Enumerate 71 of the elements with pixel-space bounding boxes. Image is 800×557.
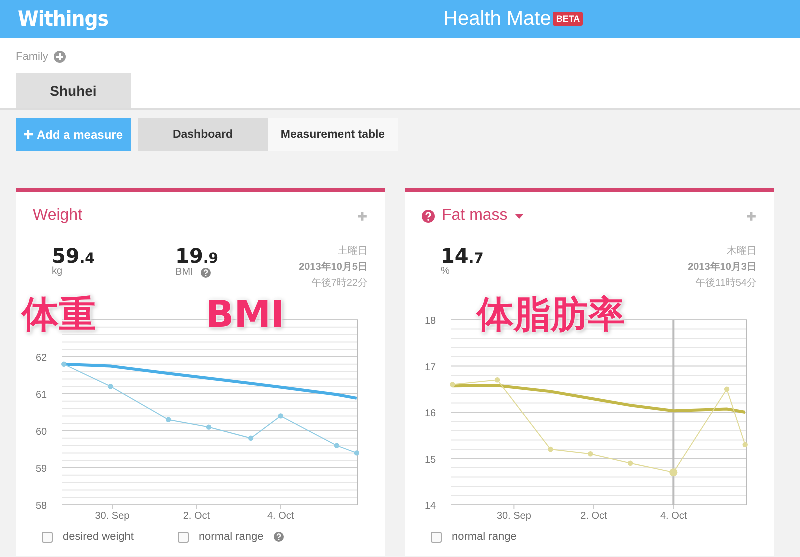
help-icon[interactable]	[201, 268, 212, 278]
axis-label: 58	[36, 501, 48, 512]
date-text: 木曜日	[727, 244, 757, 258]
axis-label: 4. Oct	[660, 511, 688, 522]
card-title[interactable]: Fat mass	[442, 207, 508, 225]
checkbox[interactable]	[431, 532, 442, 542]
stat-value: 14.7	[441, 244, 485, 268]
stat-unit: BMI	[176, 266, 194, 278]
data-point	[108, 384, 114, 390]
caret-icon[interactable]	[514, 214, 524, 218]
stat-value: 19.9	[176, 244, 220, 268]
data-point	[206, 424, 212, 430]
axis-label: 30. Sep	[95, 511, 130, 522]
axis-label: 15	[425, 454, 436, 466]
help-icon[interactable]	[422, 210, 435, 222]
data-point	[548, 446, 554, 452]
axis-label: 14	[425, 501, 436, 512]
axis-label: 62	[36, 353, 48, 364]
axis-label: 17	[425, 362, 436, 374]
data-point	[724, 386, 730, 392]
data-point	[334, 443, 340, 448]
data-point	[450, 382, 456, 388]
stat-unit: %	[441, 266, 450, 277]
card-title[interactable]: Weight	[33, 207, 83, 225]
annotation-label: 体脂肪率	[477, 296, 625, 333]
view-tab[interactable]: Dashboard	[138, 118, 268, 151]
data-point	[248, 436, 254, 441]
axis-label: 60	[36, 427, 48, 438]
data-point	[628, 460, 634, 466]
data-point	[278, 414, 284, 419]
date-text: 2013年10月5日	[299, 260, 368, 274]
add-icon[interactable]	[357, 210, 368, 222]
view-tab[interactable]: Measurement table	[268, 118, 398, 151]
axis-label: 18	[425, 316, 436, 327]
stat-value: 59.4	[52, 244, 96, 268]
data-point	[62, 362, 67, 367]
data-point	[742, 442, 748, 448]
annotation-label: 体重	[22, 296, 96, 333]
app-title: Health Mate	[444, 8, 552, 30]
plus-icon	[24, 130, 33, 139]
data-point	[588, 452, 594, 457]
add-icon[interactable]	[746, 210, 757, 222]
member-tab[interactable]: Shuhei	[16, 73, 131, 108]
data-point	[494, 378, 500, 383]
checkbox[interactable]	[42, 532, 53, 542]
brand-logo[interactable]: Withings	[18, 7, 108, 31]
axis-label: 2. Oct	[183, 511, 210, 522]
add-measure-button[interactable]: Add a measure	[16, 118, 131, 151]
date-text: 土曜日	[338, 244, 368, 258]
beta-badge: BETA	[553, 12, 584, 26]
axis-label: 2. Oct	[580, 511, 608, 522]
checkbox[interactable]	[178, 532, 189, 542]
add-family-icon[interactable]	[54, 51, 66, 63]
axis-label: 4. Oct	[268, 511, 294, 522]
help-icon[interactable]	[274, 532, 284, 542]
date-text: 午後7時22分	[311, 276, 368, 290]
axis-label: 30. Sep	[496, 511, 532, 522]
data-point	[670, 468, 678, 477]
axis-label: 59	[36, 464, 48, 475]
axis-label: 16	[425, 408, 436, 420]
date-text: 2013年10月3日	[688, 260, 757, 274]
checkbox-label: normal range	[198, 531, 264, 543]
date-text: 午後11時54分	[695, 276, 757, 290]
checkbox-label: normal range	[452, 531, 517, 543]
data-point	[166, 417, 172, 422]
checkbox-label: desired weight	[63, 531, 134, 543]
axis-label: 61	[36, 390, 48, 401]
data-point	[354, 450, 360, 456]
annotation-label: BMI	[206, 296, 285, 333]
stat-unit: kg	[52, 266, 63, 277]
family-label: Family	[16, 51, 48, 63]
